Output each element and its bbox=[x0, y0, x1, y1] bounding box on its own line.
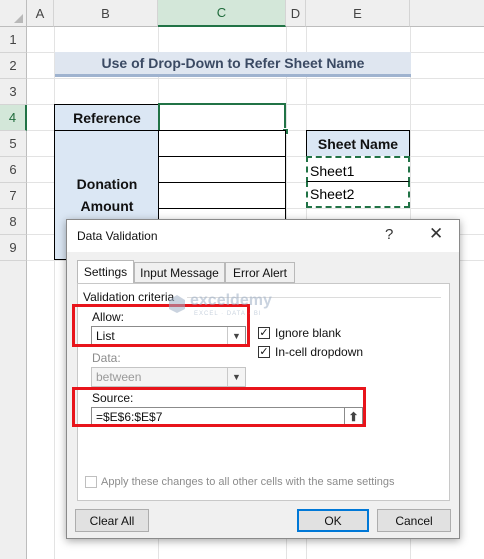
row-header-1[interactable]: 1 bbox=[0, 27, 27, 53]
donation-value-cell[interactable] bbox=[158, 130, 286, 157]
dialog-titlebar[interactable]: Data Validation ? ✕ bbox=[67, 220, 459, 252]
reference-input-cell[interactable] bbox=[158, 103, 286, 132]
watermark-tagline: EXCEL · DATA · BI bbox=[194, 311, 262, 317]
row-header-8[interactable]: 8 bbox=[0, 209, 27, 235]
source-highlight-box bbox=[72, 387, 366, 427]
exceldemy-logo-icon bbox=[169, 295, 185, 313]
column-header-d[interactable]: D bbox=[286, 0, 306, 27]
sheet-name-header-cell[interactable]: Sheet Name bbox=[306, 130, 410, 157]
row-header-6[interactable]: 6 bbox=[0, 157, 27, 183]
tab-settings[interactable]: Settings bbox=[77, 260, 134, 284]
in-cell-dropdown-checkbox[interactable]: ✓ bbox=[258, 346, 270, 358]
reference-label-cell[interactable]: Reference bbox=[54, 104, 160, 131]
column-header-f[interactable] bbox=[410, 0, 484, 27]
sheet-name-item-cell[interactable]: Sheet2 bbox=[306, 181, 410, 208]
row-header-2[interactable]: 2 bbox=[0, 53, 27, 79]
donation-value-cell[interactable] bbox=[158, 156, 286, 183]
close-icon[interactable]: ✕ bbox=[429, 224, 443, 244]
row-header-7[interactable]: 7 bbox=[0, 183, 27, 209]
donation-value-cell[interactable] bbox=[158, 182, 286, 209]
row-header-empty bbox=[0, 261, 27, 559]
ignore-blank-label: Ignore blank bbox=[275, 326, 342, 340]
watermark-name: exceldemy bbox=[190, 292, 272, 309]
in-cell-dropdown-label: In-cell dropdown bbox=[275, 345, 364, 359]
column-header-c[interactable]: C bbox=[158, 0, 286, 27]
tab-error-alert[interactable]: Error Alert bbox=[225, 262, 295, 283]
data-select[interactable]: between ▼ bbox=[91, 367, 246, 387]
ignore-blank-checkbox[interactable]: ✓ bbox=[258, 327, 270, 339]
data-label: Data: bbox=[92, 351, 121, 365]
donation-label-line2: Amount bbox=[80, 198, 134, 214]
clear-all-button[interactable]: Clear All bbox=[75, 509, 149, 532]
sheet-title: Use of Drop-Down to Refer Sheet Name bbox=[55, 52, 411, 77]
select-all-corner[interactable] bbox=[0, 0, 27, 27]
cancel-button[interactable]: Cancel bbox=[377, 509, 451, 532]
data-select-value: between bbox=[96, 370, 142, 384]
apply-all-label: Apply these changes to all other cells w… bbox=[101, 476, 395, 488]
tab-input-message[interactable]: Input Message bbox=[134, 262, 225, 283]
help-icon[interactable]: ? bbox=[385, 226, 393, 243]
donation-label-line1: Donation bbox=[76, 176, 138, 192]
chevron-down-icon[interactable]: ▼ bbox=[227, 368, 245, 386]
validation-criteria-label: Validation criteria bbox=[83, 290, 175, 304]
sheet-name-item-cell[interactable]: Sheet1 bbox=[306, 156, 410, 183]
column-header-b[interactable]: B bbox=[54, 0, 158, 27]
row-header-9[interactable]: 9 bbox=[0, 235, 27, 261]
exceldemy-watermark: exceldemy EXCEL · DATA · BI bbox=[168, 290, 318, 320]
gridline bbox=[27, 78, 484, 79]
row-header-3[interactable]: 3 bbox=[0, 79, 27, 105]
data-validation-dialog: Data Validation ? ✕ Settings Input Messa… bbox=[66, 219, 460, 539]
column-header-e[interactable]: E bbox=[306, 0, 410, 27]
dialog-title: Data Validation bbox=[77, 229, 158, 243]
column-header-a[interactable]: A bbox=[27, 0, 54, 27]
row-header-4[interactable]: 4 bbox=[0, 105, 27, 131]
ok-button[interactable]: OK bbox=[297, 509, 369, 532]
row-header-5[interactable]: 5 bbox=[0, 131, 27, 157]
apply-all-checkbox[interactable] bbox=[85, 476, 97, 488]
